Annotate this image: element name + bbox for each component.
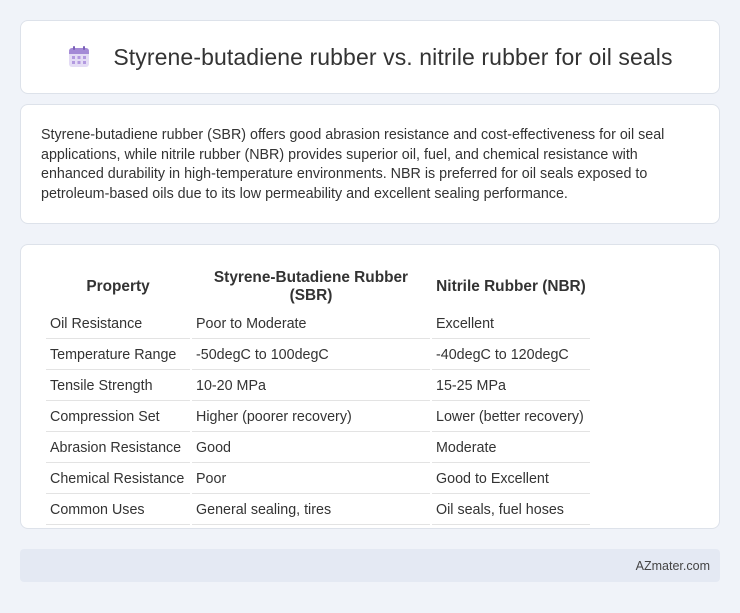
row-nbr-value: Oil seals, fuel hoses — [432, 496, 590, 525]
table-card: Property Styrene-Butadiene Rubber (SBR) … — [20, 244, 720, 529]
row-property: Chemical Resistance — [46, 465, 190, 494]
table-row: Compression Set Higher (poorer recovery)… — [46, 403, 590, 432]
header-property: Property — [86, 278, 150, 295]
table-row: Abrasion Resistance Good Moderate — [46, 434, 590, 463]
row-property: Oil Resistance — [46, 310, 190, 339]
row-nbr-value: Good to Excellent — [432, 465, 590, 494]
title-card: Styrene-butadiene rubber vs. nitrile rub… — [20, 20, 720, 94]
row-sbr-value: -50degC to 100degC — [192, 341, 430, 370]
summary-card: Styrene-butadiene rubber (SBR) offers go… — [20, 104, 720, 224]
row-property: Abrasion Resistance — [46, 434, 190, 463]
comparison-table: Property Styrene-Butadiene Rubber (SBR) … — [44, 267, 592, 527]
calendar-icon — [67, 45, 91, 69]
row-nbr-value: Lower (better recovery) — [432, 403, 590, 432]
row-sbr-value: Good — [192, 434, 430, 463]
row-nbr-value: -40degC to 120degC — [432, 341, 590, 370]
row-sbr-value: General sealing, tires — [192, 496, 430, 525]
row-sbr-value: Poor to Moderate — [192, 310, 430, 339]
table-row: Common Uses General sealing, tires Oil s… — [46, 496, 590, 525]
footer-site-link[interactable]: AZmater.com — [636, 559, 710, 573]
summary-text: Styrene-butadiene rubber (SBR) offers go… — [41, 127, 665, 202]
table-row: Chemical Resistance Poor Good to Excelle… — [46, 465, 590, 494]
footer-bar: AZmater.com — [20, 549, 720, 582]
row-nbr-value: Excellent — [432, 310, 590, 339]
row-property: Common Uses — [46, 496, 190, 525]
title-wrap: Styrene-butadiene rubber vs. nitrile rub… — [67, 43, 673, 71]
table-header-row: Property Styrene-Butadiene Rubber (SBR) … — [46, 269, 590, 308]
row-sbr-value: Higher (poorer recovery) — [192, 403, 430, 432]
row-nbr-value: Moderate — [432, 434, 590, 463]
row-sbr-value: 10-20 MPa — [192, 372, 430, 401]
header-sbr: Styrene-Butadiene Rubber (SBR) — [213, 269, 409, 304]
row-property: Temperature Range — [46, 341, 190, 370]
row-property: Compression Set — [46, 403, 190, 432]
table-row: Temperature Range -50degC to 100degC -40… — [46, 341, 590, 370]
page-title: Styrene-butadiene rubber vs. nitrile rub… — [113, 43, 673, 70]
row-nbr-value: 15-25 MPa — [432, 372, 590, 401]
header-nbr: Nitrile Rubber (NBR) — [436, 278, 586, 295]
row-sbr-value: Poor — [192, 465, 430, 494]
table-row: Oil Resistance Poor to Moderate Excellen… — [46, 310, 590, 339]
table-row: Tensile Strength 10-20 MPa 15-25 MPa — [46, 372, 590, 401]
row-property: Tensile Strength — [46, 372, 190, 401]
